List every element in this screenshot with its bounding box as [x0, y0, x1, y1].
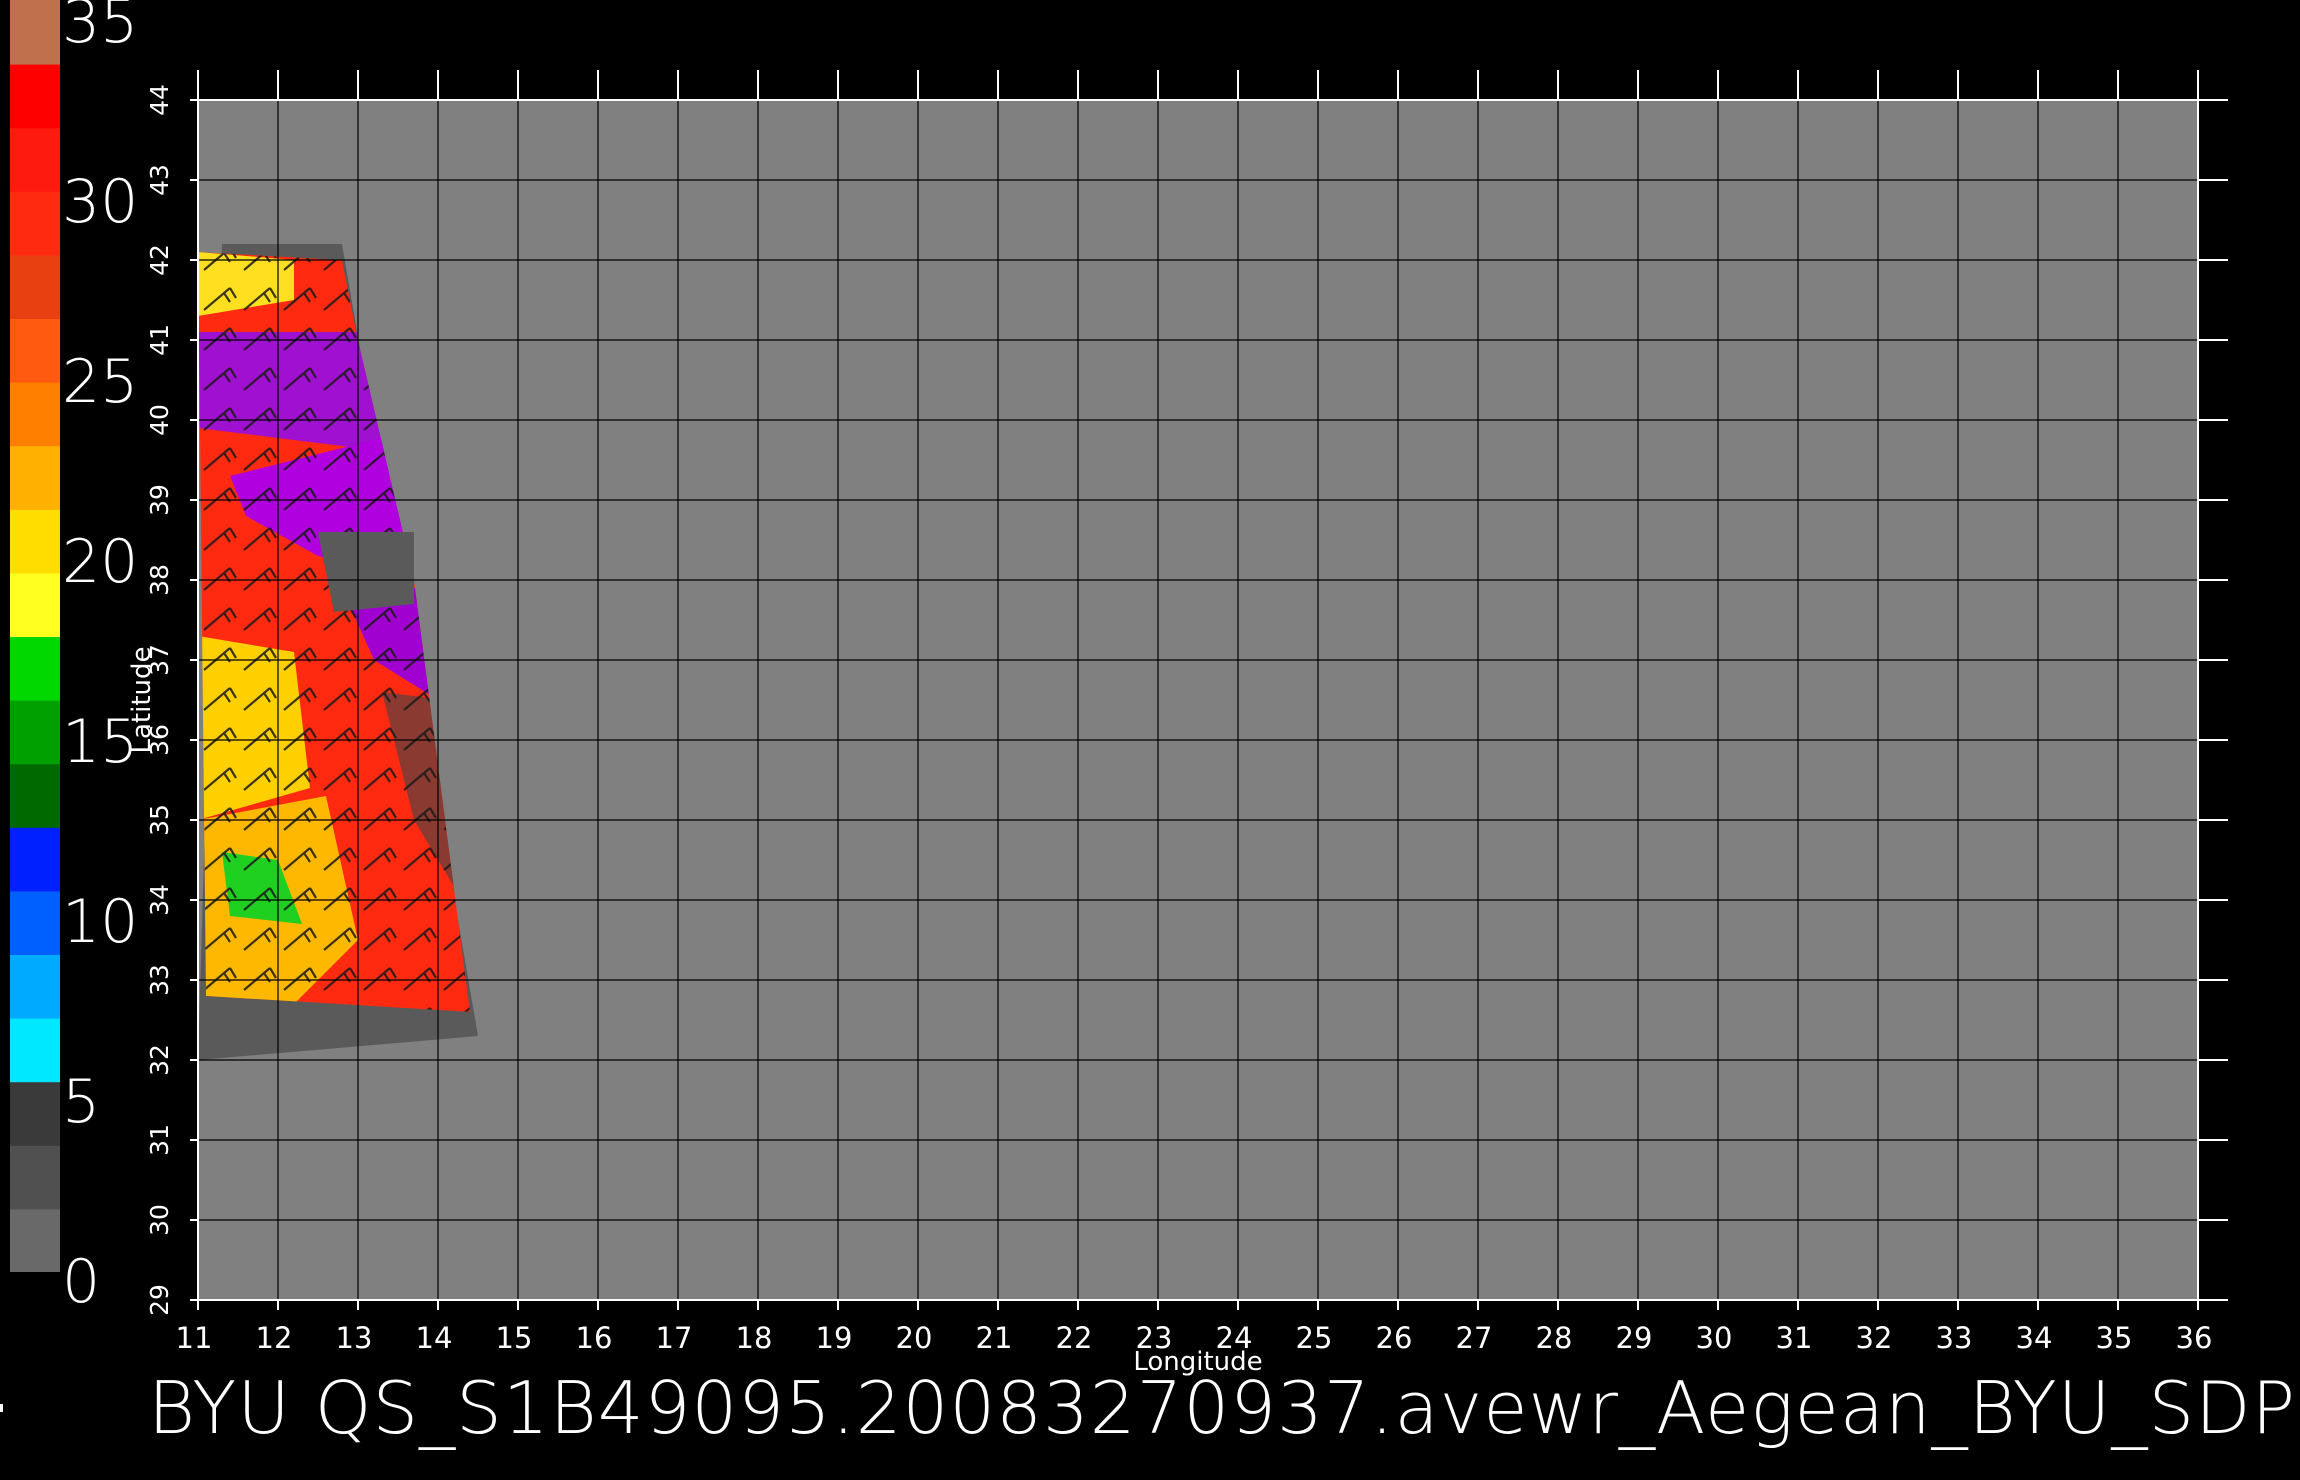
- y-tick-label: 29: [145, 1284, 174, 1316]
- x-tick-label: 30: [1696, 1321, 1733, 1355]
- x-tick-label: 28: [1536, 1321, 1573, 1355]
- map-ocean: [198, 100, 2198, 1300]
- y-tick-label: 33: [145, 964, 174, 996]
- x-tick-label: 17: [656, 1321, 693, 1355]
- x-tick-label: 19: [816, 1321, 853, 1355]
- x-tick-label: 27: [1456, 1321, 1493, 1355]
- y-tick-label: 42: [145, 244, 174, 276]
- y-tick-label: 44: [145, 84, 174, 116]
- x-tick-label: 26: [1376, 1321, 1413, 1355]
- footer-marker: [0, 1404, 3, 1412]
- x-tick-label: 34: [2016, 1321, 2053, 1355]
- x-tick-label: 32: [1856, 1321, 1893, 1355]
- x-tick-label: 21: [976, 1321, 1013, 1355]
- x-tick-label: 15: [496, 1321, 533, 1355]
- y-tick-label: 38: [145, 564, 174, 596]
- y-axis-title: Latitude: [127, 646, 157, 753]
- map-plot: 11 12 13 14 15 16 17 18 19 20 21 22 23 24 25 26 27 28 29 30…: [127, 70, 2228, 1377]
- x-tick-label: 22: [1056, 1321, 1093, 1355]
- y-tick-label: 32: [145, 1044, 174, 1076]
- y-tick-label: 30: [145, 1204, 174, 1236]
- y-tick-label: 41: [145, 324, 174, 356]
- y-tick-label: 34: [145, 884, 174, 916]
- x-tick-label: 12: [256, 1321, 293, 1355]
- y-tick-label: 35: [145, 804, 174, 836]
- x-tick-label: 16: [576, 1321, 613, 1355]
- x-tick-label: 20: [896, 1321, 933, 1355]
- x-tick-label: 14: [416, 1321, 453, 1355]
- x-tick-label: 35: [2096, 1321, 2133, 1355]
- x-tick-label: 11: [176, 1321, 213, 1355]
- x-tick-label: 31: [1776, 1321, 1813, 1355]
- y-tick-label: 43: [145, 164, 174, 196]
- swath-gap: [318, 532, 414, 612]
- x-tick-label: 13: [336, 1321, 373, 1355]
- x-tick-label: 18: [736, 1321, 773, 1355]
- footer-title: BYU QS_S1B49095.20083270937.avewr_Aegean…: [148, 1366, 2297, 1450]
- x-tick-label: 25: [1296, 1321, 1333, 1355]
- x-tick-label: 29: [1616, 1321, 1653, 1355]
- y-tick-label: 40: [145, 404, 174, 436]
- y-tick-label: 31: [145, 1124, 174, 1156]
- y-tick-label: 39: [145, 484, 174, 516]
- x-tick-label: 33: [1936, 1321, 1973, 1355]
- x-tick-label: 36: [2176, 1321, 2213, 1355]
